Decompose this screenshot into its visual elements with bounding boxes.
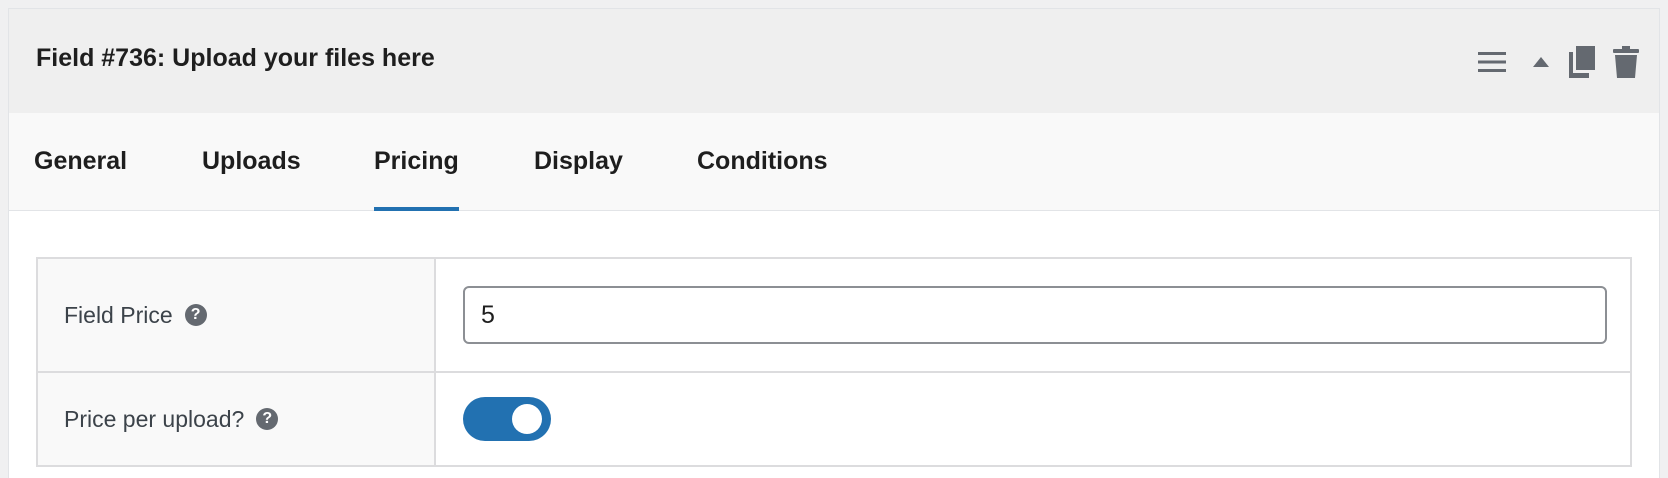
help-icon[interactable]: ? [256, 408, 279, 430]
price-per-upload-toggle[interactable] [463, 397, 551, 441]
tab-general[interactable]: General [34, 113, 127, 210]
panel-header: Field #736: Upload your files here [9, 9, 1659, 113]
tab-uploads[interactable]: Uploads [202, 113, 301, 210]
price-per-upload-row: Price per upload? ? [38, 373, 1630, 465]
field-panel: Field #736: Upload your files here Gener… [8, 8, 1660, 478]
price-per-upload-value-cell [436, 373, 1630, 465]
tab-display[interactable]: Display [534, 113, 623, 210]
price-per-upload-label: Price per upload? [64, 405, 245, 432]
collapse-arrow-icon[interactable] [1531, 45, 1551, 79]
menu-icon[interactable] [1477, 45, 1507, 79]
tab-pricing[interactable]: Pricing [374, 113, 459, 211]
panel-title: Field #736: Upload your files here [36, 44, 435, 72]
tab-bar: General Uploads Pricing Display Conditio… [9, 113, 1659, 211]
tab-conditions[interactable]: Conditions [697, 113, 828, 210]
trash-icon[interactable] [1613, 45, 1639, 79]
field-price-label: Field Price [64, 301, 173, 328]
field-price-input[interactable] [463, 286, 1607, 344]
price-per-upload-label-cell: Price per upload? ? [38, 373, 436, 465]
duplicate-icon[interactable] [1569, 45, 1595, 79]
toggle-knob [512, 404, 542, 434]
field-price-row: Field Price ? [38, 259, 1630, 373]
help-icon[interactable]: ? [184, 304, 207, 326]
pricing-settings-table: Field Price ? Price per upload? ? [36, 257, 1632, 467]
field-price-value-cell [436, 259, 1630, 371]
field-price-label-cell: Field Price ? [38, 259, 436, 371]
header-actions [1477, 45, 1639, 79]
